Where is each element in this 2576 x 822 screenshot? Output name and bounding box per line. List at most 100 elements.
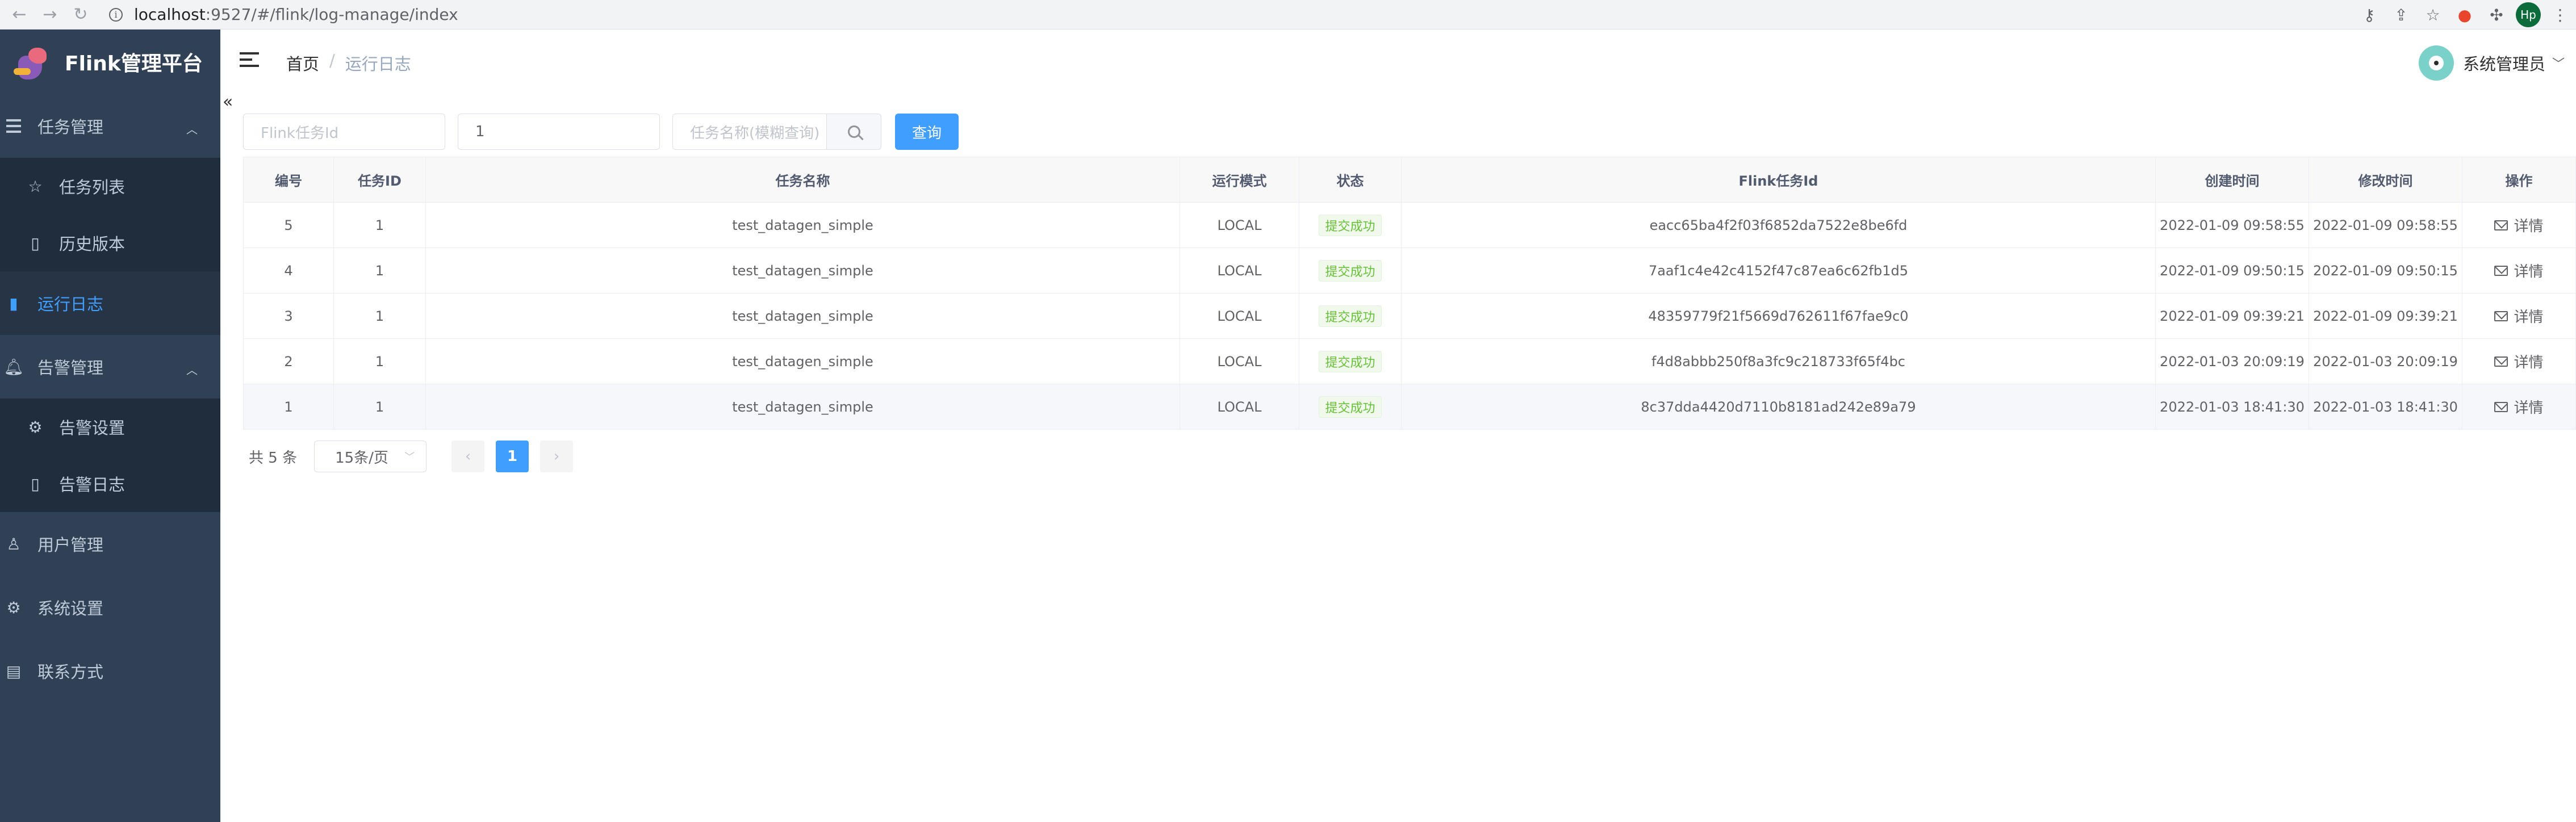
key-icon[interactable]: ⚷ — [2353, 6, 2385, 24]
status-badge: 提交成功 — [1319, 350, 1382, 372]
detail-button[interactable]: 详情 — [2494, 260, 2544, 281]
back-icon[interactable]: ← — [8, 3, 31, 26]
forward-icon[interactable]: → — [39, 3, 61, 26]
column-header: 任务ID — [334, 157, 426, 202]
site-info-icon[interactable]: i — [109, 7, 123, 22]
search-icon-button[interactable] — [827, 114, 881, 150]
navbar: 首页 / 运行日志 系统管理员 ﹀ — [220, 30, 2576, 97]
cell-job-id: 1 — [334, 384, 426, 429]
cell-id: 4 — [243, 248, 334, 293]
detail-button[interactable]: 详情 — [2494, 396, 2544, 417]
cell-actions: 详情 — [2462, 384, 2576, 429]
cell-status: 提交成功 — [1299, 293, 1402, 338]
cell-flink-job-id: 8c37dda4420d7110b8181ad242e89a79 — [1402, 384, 2156, 429]
message-icon — [2494, 220, 2508, 230]
cell-status: 提交成功 — [1299, 203, 1402, 248]
extension-icon[interactable]: ● — [2449, 6, 2481, 24]
breadcrumb-home[interactable]: 首页 — [286, 51, 319, 75]
gear-icon: ⚙ — [28, 417, 43, 437]
sidebar-item-alert-settings[interactable]: ⚙ 告警设置 — [0, 399, 220, 455]
sidebar-item-contact[interactable]: ▤ 联系方式 — [0, 639, 220, 703]
user-icon: ♙ — [6, 534, 21, 553]
status-badge: 提交成功 — [1319, 259, 1382, 282]
prev-page-button[interactable]: ‹ — [451, 441, 485, 472]
brand-title: Flink管理平台 — [65, 52, 203, 76]
user-name[interactable]: 系统管理员 — [2463, 51, 2545, 75]
cell-job-id: 1 — [334, 248, 426, 293]
column-header: 修改时间 — [2309, 157, 2462, 202]
chevron-up-icon: ︿ — [186, 123, 198, 136]
chevron-down-icon: ﹀ — [404, 451, 415, 463]
chevron-down-icon[interactable]: ﹀ — [2552, 54, 2565, 72]
detail-label: 详情 — [2514, 218, 2544, 235]
double-chevron-left-icon[interactable]: « — [223, 92, 233, 112]
table-row: 2 1 test_datagen_simple LOCAL 提交成功 f4d8a… — [243, 339, 2576, 384]
cell-status: 提交成功 — [1299, 339, 1402, 384]
sidebar-item-label: 历史版本 — [59, 234, 126, 254]
share-icon[interactable]: ⇪ — [2385, 6, 2417, 24]
query-button[interactable]: 查询 — [895, 114, 959, 150]
url-host: localhost — [134, 5, 206, 24]
sidebar-item-run-logs[interactable]: ▮ 运行日志 — [0, 271, 220, 335]
column-header: 任务名称 — [426, 157, 1180, 202]
detail-button[interactable]: 详情 — [2494, 351, 2544, 372]
cell-flink-job-id: f4d8abbb250f8a3fc9c218733f65f4bc — [1402, 339, 2156, 384]
next-page-button[interactable]: › — [540, 441, 574, 472]
page-size-select[interactable]: 15条/页 ﹀ — [314, 441, 427, 472]
brand[interactable]: Flink管理平台 — [0, 30, 220, 94]
cell-id: 3 — [243, 293, 334, 338]
cell-status: 提交成功 — [1299, 384, 1402, 429]
job-name-input[interactable]: 任务名称(模糊查询) — [672, 114, 827, 150]
detail-button[interactable]: 详情 — [2494, 305, 2544, 326]
browser-toolbar: ← → ↻ i localhost:9527/#/flink/log-manag… — [0, 0, 2576, 30]
search-icon — [847, 125, 860, 138]
star-icon: ☆ — [28, 177, 43, 196]
list-icon — [2, 115, 25, 137]
cell-actions: 详情 — [2462, 203, 2576, 248]
table-header: 编号 任务ID 任务名称 运行模式 状态 Flink任务Id 创建时间 修改时间… — [243, 157, 2576, 203]
more-icon[interactable]: ⋮ — [2544, 6, 2576, 24]
status-badge: 提交成功 — [1319, 305, 1382, 327]
sidebar-item-system-settings[interactable]: ⚙ 系统设置 — [0, 576, 220, 639]
sidebar-item-alert-management[interactable]: 🔔︎ 告警管理 ︿ — [0, 335, 220, 399]
sidebar-item-label: 运行日志 — [37, 295, 104, 314]
cell-flink-job-id: 7aaf1c4e42c4152f47c87ea6c62fb1d5 — [1402, 248, 2156, 293]
job-id-input[interactable]: 1 — [458, 114, 660, 150]
message-icon — [2494, 311, 2508, 321]
browser-actions: ⚷ ⇪ ☆ ● ✣ Hp ⋮ — [2353, 0, 2576, 30]
sidebar-item-alert-logs[interactable]: ▯ 告警日志 — [0, 455, 220, 512]
message-icon — [2494, 356, 2508, 367]
document-filled-icon: ▮ — [9, 293, 18, 313]
bookmark-star-icon[interactable]: ☆ — [2417, 6, 2449, 24]
page-number[interactable]: 1 — [496, 441, 529, 472]
breadcrumb-separator: / — [329, 51, 335, 70]
job-name-search-group: 任务名称(模糊查询) — [672, 114, 881, 150]
url-path: :9527/#/flink/log-manage/index — [205, 5, 458, 24]
sidebar-item-label: 任务管理 — [37, 118, 104, 137]
hamburger-icon[interactable] — [240, 52, 259, 69]
detail-label: 详情 — [2514, 309, 2544, 326]
reload-icon[interactable]: ↻ — [69, 3, 92, 26]
total-count: 共 5 条 — [249, 449, 298, 467]
sidebar-item-label: 告警设置 — [59, 418, 126, 438]
sidebar-item-user-management[interactable]: ♙ 用户管理 — [0, 512, 220, 576]
user-dropdown[interactable]: 系统管理员 ﹀ — [2418, 45, 2565, 81]
cell-created: 2022-01-09 09:50:15 — [2156, 248, 2309, 293]
sidebar-item-task-management[interactable]: 任务管理 ︿ — [0, 94, 220, 158]
avatar[interactable] — [2418, 45, 2454, 81]
puzzle-icon[interactable]: ✣ — [2481, 6, 2512, 24]
cell-id: 1 — [243, 384, 334, 429]
breadcrumb-current: 运行日志 — [345, 54, 411, 74]
sidebar-item-label: 联系方式 — [37, 662, 104, 682]
profile-avatar[interactable]: Hp — [2516, 2, 2541, 27]
address-bar[interactable]: i localhost:9527/#/flink/log-manage/inde… — [109, 1, 2551, 28]
flink-logo-icon — [12, 42, 52, 82]
sidebar-item-history-versions[interactable]: ▯ 历史版本 — [0, 215, 220, 271]
flink-job-id-input[interactable]: Flink任务Id — [243, 114, 445, 150]
cell-created: 2022-01-09 09:39:21 — [2156, 293, 2309, 338]
sidebar-item-label: 用户管理 — [37, 535, 104, 555]
breadcrumb: 首页 / 运行日志 — [286, 51, 411, 75]
document-icon: ▯ — [31, 474, 40, 493]
detail-button[interactable]: 详情 — [2494, 215, 2544, 236]
sidebar-item-task-list[interactable]: ☆ 任务列表 — [0, 158, 220, 215]
